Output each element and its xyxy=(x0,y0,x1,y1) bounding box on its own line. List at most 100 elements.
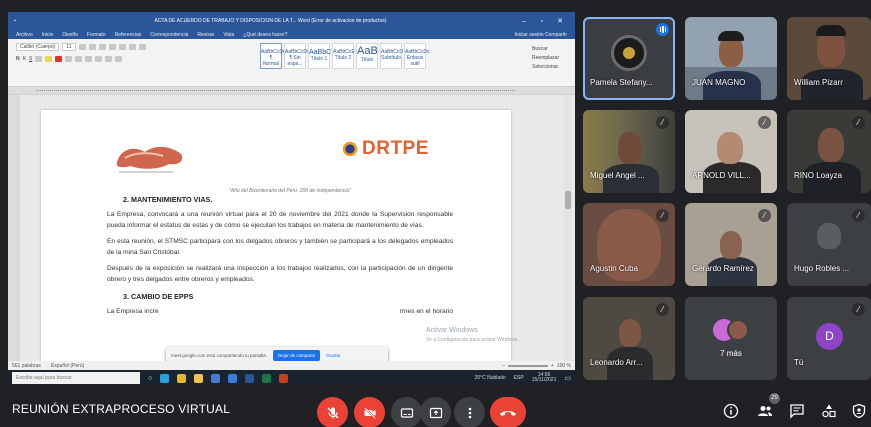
explorer-icon[interactable] xyxy=(194,373,204,383)
mic-toggle-button[interactable] xyxy=(317,397,348,427)
font-name-select[interactable]: Calibri (Cuerpo) xyxy=(16,43,60,51)
mail-icon[interactable] xyxy=(228,373,238,383)
participant-tile[interactable]: JUAN MAGNO xyxy=(685,17,777,100)
bold-icon[interactable]: N xyxy=(16,56,20,62)
word-title: ACTA DE ACUERDO DE TRABAJO Y DISPOSICION… xyxy=(154,18,387,24)
style-normal[interactable]: AaBbCcDc ¶ Normal xyxy=(260,43,285,69)
activities-button[interactable] xyxy=(820,402,838,420)
font-color-icon[interactable] xyxy=(55,56,63,62)
zoom-in-icon[interactable]: + xyxy=(551,363,554,369)
sort-icon[interactable] xyxy=(128,44,136,50)
participant-face xyxy=(618,132,642,164)
menu-archivo[interactable]: Archivo xyxy=(16,32,33,38)
participant-tile[interactable]: ⁄ Leonardo Arr... xyxy=(583,297,675,380)
stop-sharing-button[interactable]: Dejar de compartir xyxy=(273,349,321,361)
more-options-button[interactable] xyxy=(454,397,485,427)
style-heading-1[interactable]: AaBbC Título 1 xyxy=(308,43,331,69)
chrome-icon[interactable] xyxy=(177,373,187,383)
scroll-thumb[interactable] xyxy=(565,191,571,209)
present-button[interactable] xyxy=(420,397,451,427)
leave-call-button[interactable] xyxy=(490,397,526,427)
notifications-icon[interactable]: ▭ xyxy=(564,374,571,382)
participant-hair xyxy=(718,31,744,41)
participant-tile[interactable]: William Pizarr xyxy=(787,17,871,100)
menu-vista[interactable]: Vista xyxy=(223,32,234,38)
align-center-icon[interactable] xyxy=(75,56,83,62)
people-button[interactable] xyxy=(756,402,774,420)
powerpoint-app-icon[interactable] xyxy=(279,373,289,383)
zoom-slider[interactable] xyxy=(507,364,548,367)
excel-app-icon[interactable] xyxy=(262,373,272,383)
format-row: N K S xyxy=(16,55,123,63)
style-title[interactable]: AaB Título xyxy=(356,43,378,69)
pilcrow-icon[interactable] xyxy=(138,44,146,50)
align-left-icon[interactable] xyxy=(65,56,73,62)
task-view-icon[interactable]: ○ xyxy=(148,375,152,382)
more-participants-tile[interactable]: 7 más xyxy=(685,297,777,380)
minimize-icon[interactable]: – xyxy=(515,18,533,25)
close-icon[interactable]: ✕ xyxy=(551,17,569,25)
participant-tile[interactable]: Pamela Stefany... xyxy=(583,17,675,100)
menu-diseno[interactable]: Diseño xyxy=(62,32,78,38)
menu-right[interactable]: Iniciar sesión Compartir xyxy=(514,32,567,38)
chat-button[interactable] xyxy=(788,402,806,420)
strike-icon[interactable] xyxy=(35,56,43,62)
underline-icon[interactable]: S xyxy=(29,56,32,62)
activate-sub: Ve a Configuración para activar Windows. xyxy=(426,337,519,343)
taskbar-search[interactable]: Escribe aquí para buscar xyxy=(12,372,140,384)
find-button[interactable]: Buscar xyxy=(532,45,559,54)
indent-icon[interactable] xyxy=(118,44,126,50)
menu-correspondencia[interactable]: Correspondencia xyxy=(150,32,188,38)
justify-icon[interactable] xyxy=(95,56,103,62)
participant-tile[interactable]: ⁄ Agustin Cuba xyxy=(583,203,675,286)
participant-tile[interactable]: ⁄ Miguel Angel ... xyxy=(583,110,675,193)
style-heading-2[interactable]: AaBbCcE Título 2 xyxy=(332,43,355,69)
maximize-icon[interactable]: ▫ xyxy=(533,18,551,25)
style-label: ¶ Normal xyxy=(262,55,280,67)
numbering-icon[interactable] xyxy=(108,44,116,50)
participant-tile[interactable]: ⁄ ARNOLD VILL... xyxy=(685,110,777,193)
captions-button[interactable] xyxy=(391,397,422,427)
select-button[interactable]: Seleccionar xyxy=(532,63,559,72)
section-2-title: 2. MANTENIMIENTO VIAS. xyxy=(123,195,213,204)
replace-button[interactable]: Reemplazar xyxy=(532,54,559,63)
word-count[interactable]: 561 palabras xyxy=(12,363,41,369)
word-save-icon[interactable]: ▪ xyxy=(14,18,26,24)
style-subtle-emphasis[interactable]: AaBbCcDc Énfasis sutil xyxy=(404,43,429,69)
italic-icon[interactable]: K xyxy=(23,56,26,62)
menu-referencias[interactable]: Referencias xyxy=(115,32,142,38)
edge-icon[interactable] xyxy=(160,373,170,383)
borders-icon[interactable] xyxy=(115,56,123,62)
word-app-icon[interactable] xyxy=(245,373,255,383)
taskbar-clock[interactable]: 14:56 15/11/2021 xyxy=(532,373,557,383)
bullets-icon[interactable] xyxy=(98,44,106,50)
align-right-icon[interactable] xyxy=(85,56,93,62)
shading-icon[interactable] xyxy=(105,56,113,62)
shrink-font-icon[interactable] xyxy=(88,44,96,50)
menu-tell-me[interactable]: ¿Qué desea hacer? xyxy=(243,32,287,38)
style-no-spacing[interactable]: AaBbCcDc ¶ Sin espa... xyxy=(284,43,309,69)
union-logo xyxy=(116,146,183,173)
grow-font-icon[interactable] xyxy=(78,44,86,50)
host-controls-button[interactable] xyxy=(850,402,868,420)
font-size-select[interactable]: 11 xyxy=(62,43,76,51)
participant-tile[interactable]: ⁄ Hugo Robles ... xyxy=(787,203,871,286)
highlight-icon[interactable] xyxy=(45,56,53,62)
weather[interactable]: 20°C Nublado xyxy=(475,375,506,381)
zoom-out-icon[interactable]: – xyxy=(502,363,505,369)
store-icon[interactable] xyxy=(211,373,221,383)
style-subtitle[interactable]: AaBbCcD Subtítulo xyxy=(380,43,403,69)
participant-tile[interactable]: ⁄ Gerardo Ramírez xyxy=(685,203,777,286)
menu-inicio[interactable]: Inicio xyxy=(42,32,54,38)
zoom-level[interactable]: 100 % xyxy=(557,363,571,369)
self-tile[interactable]: D ⁄ Tú xyxy=(787,297,871,380)
language-status[interactable]: Español (Perú) xyxy=(51,363,84,369)
meeting-info-button[interactable] xyxy=(722,402,740,420)
participant-tile[interactable]: ⁄ RINO Loayza xyxy=(787,110,871,193)
document-scrollbar[interactable] xyxy=(564,95,572,361)
menu-formato[interactable]: Formato xyxy=(87,32,106,38)
hide-share-bar-button[interactable]: Ocultar xyxy=(326,353,341,358)
menu-revisar[interactable]: Revisar xyxy=(197,32,214,38)
tray-language[interactable]: ESP xyxy=(514,375,524,381)
camera-toggle-button[interactable] xyxy=(354,397,385,427)
